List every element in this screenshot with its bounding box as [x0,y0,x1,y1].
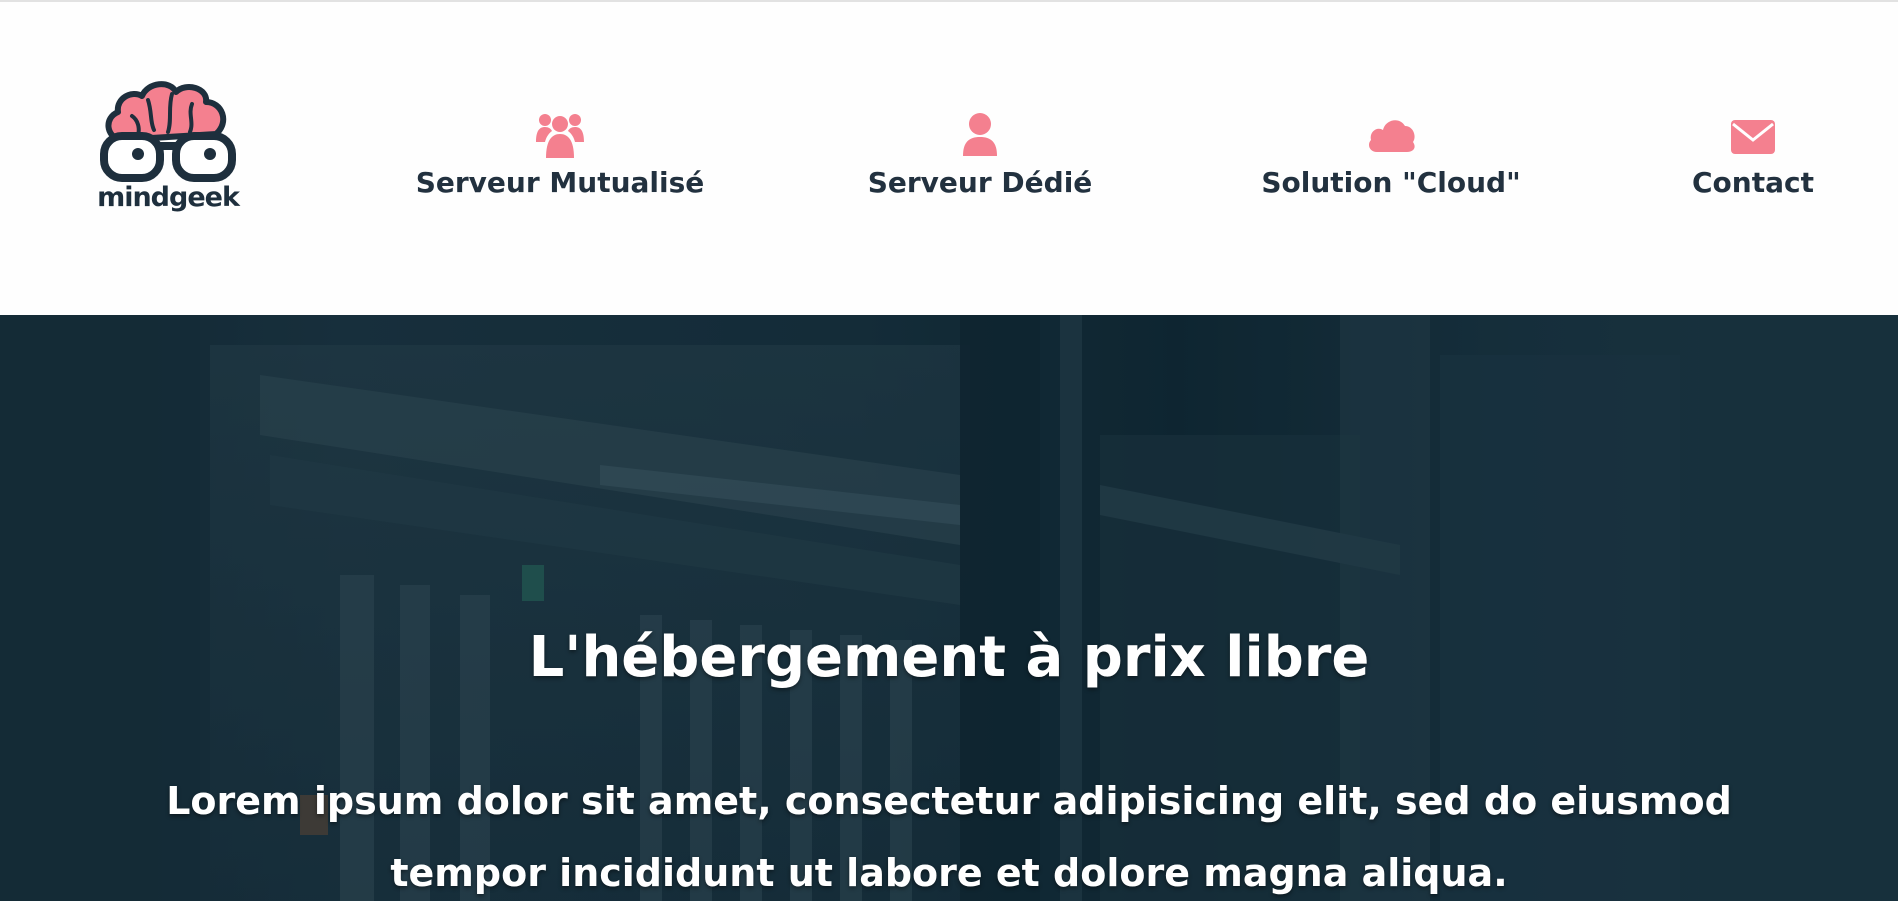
nav-label: Serveur Mutualisé [415,166,705,199]
cloud-icon [1250,112,1532,158]
nav-item-solution-cloud[interactable]: Solution "Cloud" [1250,112,1532,208]
nav-item-contact[interactable]: Contact [1686,112,1820,208]
users-icon [414,112,706,158]
hero-description: Lorem ipsum dolor sit amet, consectetur … [166,779,1732,895]
hero-section: L'hébergement à prix libre Lorem ipsum d… [0,315,1898,901]
nav-label: Solution "Cloud" [1261,166,1521,199]
brand-name: mindgeek [97,182,240,213]
user-icon [862,112,1098,158]
site-header: mindgeek Serveur Mutualisé Serveur Dédié [0,2,1898,315]
brain-glasses-icon [100,81,236,182]
envelope-icon [1686,112,1820,158]
logo-link[interactable]: mindgeek [96,78,240,220]
nav-label: Serveur Dédié [867,166,1093,199]
nav-label: Contact [1692,166,1814,199]
nav-item-serveur-mutualise[interactable]: Serveur Mutualisé [414,112,706,208]
hero-title: L'hébergement à prix libre [528,625,1370,690]
nav-item-serveur-dedie[interactable]: Serveur Dédié [862,112,1098,208]
